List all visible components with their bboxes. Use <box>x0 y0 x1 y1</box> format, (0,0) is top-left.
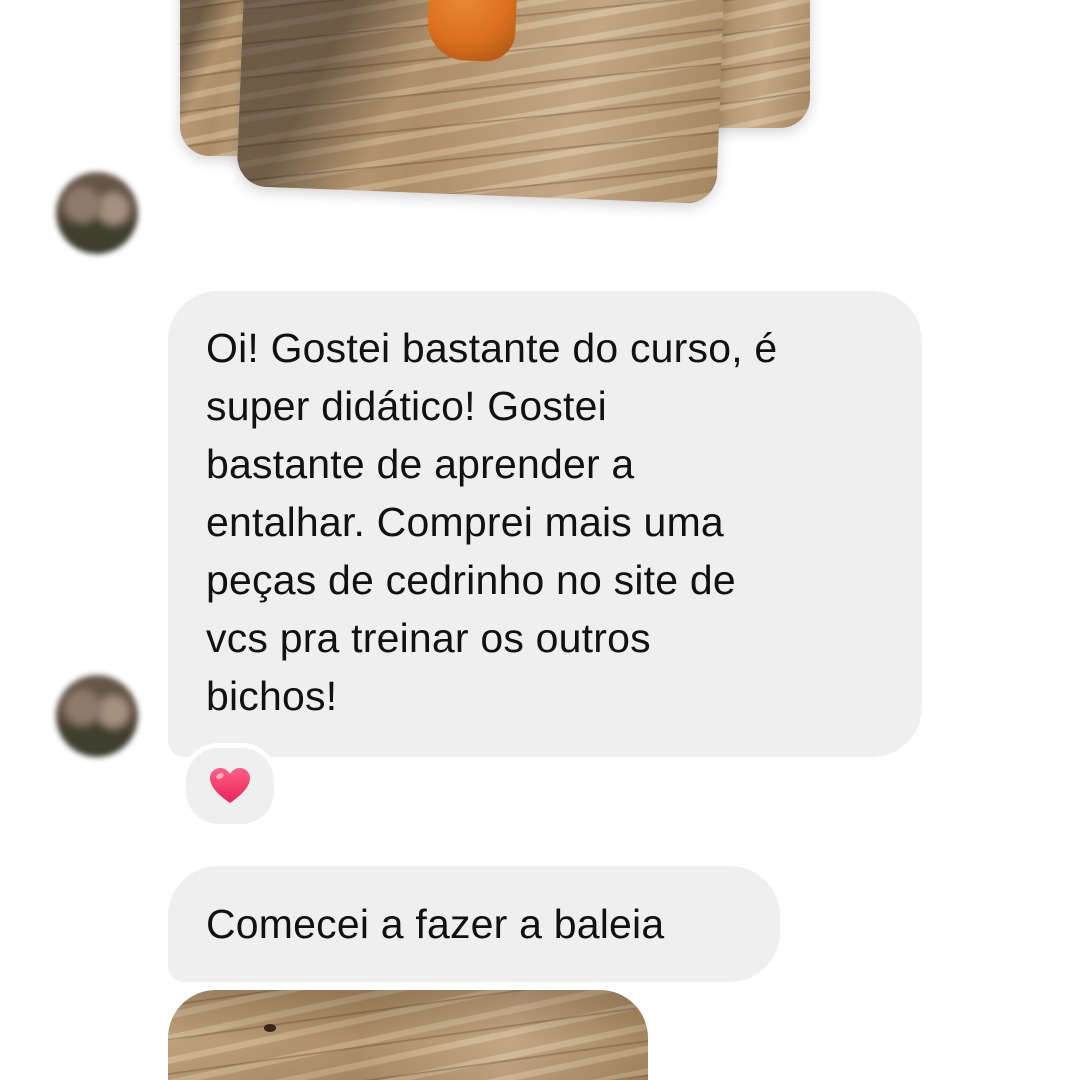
message-bubble[interactable]: Comecei a fazer a baleia <box>168 866 780 982</box>
message-text: Oi! Gostei bastante do curso, é super di… <box>206 325 778 719</box>
message-reaction[interactable] <box>181 743 279 829</box>
photo-message[interactable] <box>168 990 648 1080</box>
chat-screen: Oi! Gostei bastante do curso, é super di… <box>0 0 1080 1080</box>
wood-knot <box>264 1024 276 1032</box>
sender-avatar[interactable] <box>56 675 138 757</box>
sender-avatar[interactable] <box>56 172 138 254</box>
photo-stack-front-image[interactable] <box>236 0 725 205</box>
heart-icon <box>209 767 251 805</box>
photo-stack-message[interactable] <box>0 0 1080 205</box>
photo-shade <box>168 990 648 1080</box>
message-text: Comecei a fazer a baleia <box>206 901 665 947</box>
message-bubble[interactable]: Oi! Gostei bastante do curso, é super di… <box>168 291 922 757</box>
